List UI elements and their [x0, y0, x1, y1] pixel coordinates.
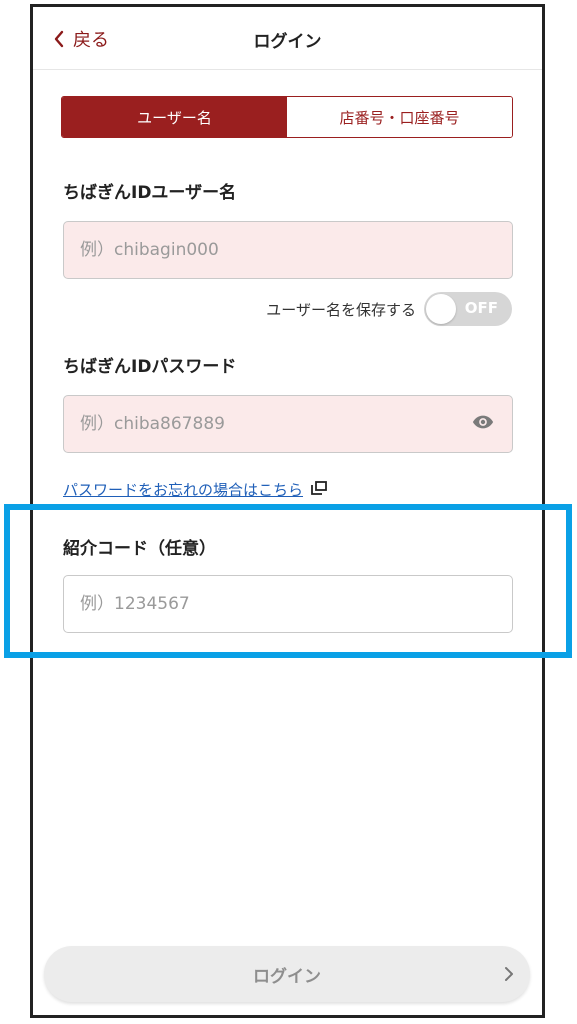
tab-branch-account[interactable]: 店番号・口座番号	[287, 97, 512, 137]
header: 戻る ログイン	[33, 7, 542, 70]
password-input[interactable]	[63, 395, 513, 453]
forgot-password-label: パスワードをお忘れの場合はこちら	[63, 481, 304, 499]
login-method-segment: ユーザー名 店番号・口座番号	[61, 96, 513, 138]
referral-code-input[interactable]	[63, 575, 513, 633]
external-link-icon	[311, 480, 327, 499]
tab-username[interactable]: ユーザー名	[62, 97, 287, 137]
eye-icon[interactable]	[472, 411, 494, 433]
save-username-label: ユーザー名を保存する	[266, 300, 416, 319]
login-button-label: ログイン	[253, 966, 321, 987]
username-input[interactable]	[63, 221, 513, 279]
forgot-password-link[interactable]: パスワードをお忘れの場合はこちら	[63, 479, 327, 500]
password-label: ちばぎんIDパスワード	[63, 357, 237, 377]
referral-code-label: 紹介コード（任意）	[63, 539, 216, 559]
username-label: ちばぎんIDユーザー名	[63, 183, 237, 203]
save-username-row: ユーザー名を保存する OFF	[266, 292, 512, 326]
toggle-state-label: OFF	[464, 299, 498, 317]
login-button[interactable]: ログイン	[44, 946, 530, 1002]
login-screen: 戻る ログイン ユーザー名 店番号・口座番号 ちばぎんIDユーザー名 ユーザー名…	[30, 4, 545, 1018]
page-title: ログイン	[253, 32, 322, 52]
chevron-right-icon	[504, 966, 514, 987]
save-username-toggle[interactable]: OFF	[424, 292, 512, 326]
toggle-knob	[426, 294, 456, 324]
